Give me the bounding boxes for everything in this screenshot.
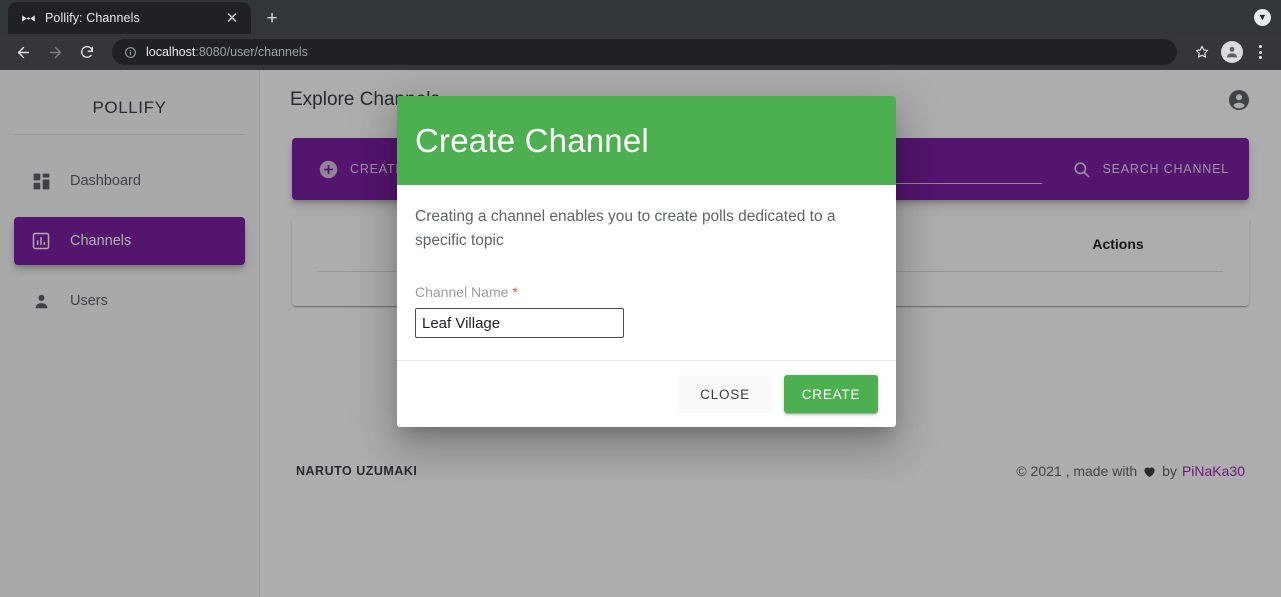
reload-button[interactable] (72, 37, 102, 67)
kebab-menu-icon[interactable] (1247, 39, 1273, 65)
dialog-body: Creating a channel enables you to create… (397, 185, 896, 360)
bowtie-icon (20, 10, 36, 26)
new-tab-button[interactable]: + (257, 3, 287, 33)
chevron-down-circle-icon[interactable]: ▼ (1254, 8, 1271, 26)
dialog-actions: CLOSE CREATE (397, 360, 896, 427)
url-path: :8080/user/channels (195, 45, 308, 59)
dialog-title: Create Channel (415, 121, 649, 159)
browser-toolbar: localhost:8080/user/channels (0, 34, 1281, 70)
page-viewport: POLLIFY Dashboard Channels Users Explore… (0, 70, 1281, 597)
dialog-header: Create Channel (397, 96, 896, 185)
browser-tab-title: Pollify: Channels (45, 11, 140, 25)
required-marker: * (512, 284, 518, 301)
address-bar-url: localhost:8080/user/channels (146, 45, 308, 59)
channel-name-input[interactable] (415, 308, 624, 339)
channel-name-label: Channel Name * (415, 284, 878, 300)
info-circle-icon (124, 46, 137, 59)
dialog-description: Creating a channel enables you to create… (415, 208, 836, 250)
url-host: localhost (146, 45, 196, 59)
window-controls: ▼ (1254, 0, 1281, 34)
browser-tab-strip: Pollify: Channels ✕ + ▼ (0, 0, 1281, 34)
toolbar-right-actions (1187, 37, 1273, 67)
back-button[interactable] (8, 37, 38, 67)
close-icon[interactable]: ✕ (223, 9, 241, 27)
create-channel-dialog: Create Channel Creating a channel enable… (397, 96, 896, 428)
forward-button[interactable] (40, 37, 70, 67)
star-icon[interactable] (1187, 37, 1217, 67)
profile-avatar[interactable] (1221, 41, 1243, 63)
channel-name-label-text: Channel Name (415, 284, 509, 301)
browser-tab[interactable]: Pollify: Channels ✕ (8, 2, 251, 34)
close-button[interactable]: CLOSE (678, 375, 772, 414)
browser-window: Pollify: Channels ✕ + ▼ localhost:8080/u… (0, 0, 1281, 597)
create-button[interactable]: CREATE (784, 375, 878, 414)
address-bar[interactable]: localhost:8080/user/channels (112, 39, 1177, 65)
